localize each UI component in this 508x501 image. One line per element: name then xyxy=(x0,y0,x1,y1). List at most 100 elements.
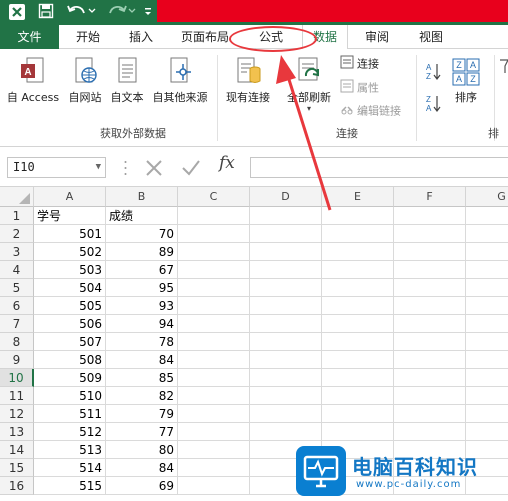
properties-button[interactable]: 属性 xyxy=(340,79,379,98)
cell[interactable] xyxy=(250,369,322,387)
cancel-icon[interactable] xyxy=(143,157,165,183)
cell[interactable] xyxy=(250,315,322,333)
row-header[interactable]: 12 xyxy=(0,405,34,423)
from-web-button[interactable]: 自网站 xyxy=(64,55,106,105)
row-header[interactable]: 4 xyxy=(0,261,34,279)
cell[interactable] xyxy=(322,369,394,387)
cell[interactable] xyxy=(322,225,394,243)
sort-descending-button[interactable]: ZA xyxy=(424,93,442,118)
tab-file[interactable]: 文件 xyxy=(0,25,59,49)
cell[interactable]: 514 xyxy=(34,459,106,477)
filter-icon[interactable] xyxy=(499,57,508,82)
row-header[interactable]: 1 xyxy=(0,207,34,225)
column-header-g[interactable]: G xyxy=(466,187,508,207)
cell[interactable] xyxy=(250,405,322,423)
cell[interactable]: 95 xyxy=(106,279,178,297)
row-header[interactable]: 13 xyxy=(0,423,34,441)
cell[interactable] xyxy=(178,477,250,495)
sort-button[interactable]: Z A A Z 排序 xyxy=(448,57,484,105)
cell[interactable] xyxy=(178,387,250,405)
cell[interactable]: 78 xyxy=(106,333,178,351)
cell[interactable] xyxy=(250,225,322,243)
row-header[interactable]: 3 xyxy=(0,243,34,261)
cell[interactable]: 84 xyxy=(106,459,178,477)
cell[interactable] xyxy=(394,387,466,405)
save-icon[interactable] xyxy=(36,3,56,21)
cell[interactable] xyxy=(178,261,250,279)
cell[interactable] xyxy=(178,315,250,333)
customize-qat-icon[interactable] xyxy=(143,3,153,21)
from-text-button[interactable]: 自文本 xyxy=(106,55,148,105)
row-header[interactable]: 14 xyxy=(0,441,34,459)
cell[interactable] xyxy=(250,297,322,315)
cell[interactable] xyxy=(466,297,508,315)
enter-check-icon[interactable] xyxy=(180,157,202,183)
cell[interactable]: 506 xyxy=(34,315,106,333)
tab-page-layout[interactable]: 页面布局 xyxy=(173,25,237,49)
cell[interactable] xyxy=(322,405,394,423)
cell[interactable]: 503 xyxy=(34,261,106,279)
cell[interactable] xyxy=(466,423,508,441)
row-header[interactable]: 7 xyxy=(0,315,34,333)
cell[interactable] xyxy=(394,261,466,279)
cell[interactable]: 67 xyxy=(106,261,178,279)
tab-insert[interactable]: 插入 xyxy=(118,25,164,49)
cell[interactable]: 507 xyxy=(34,333,106,351)
column-header-c[interactable]: C xyxy=(178,187,250,207)
cell[interactable]: 77 xyxy=(106,423,178,441)
cell[interactable] xyxy=(178,243,250,261)
cell[interactable] xyxy=(178,441,250,459)
cell[interactable] xyxy=(466,351,508,369)
cell[interactable] xyxy=(250,351,322,369)
cell[interactable]: 502 xyxy=(34,243,106,261)
row-header[interactable]: 2 xyxy=(0,225,34,243)
cell[interactable]: 501 xyxy=(34,225,106,243)
cell[interactable]: 82 xyxy=(106,387,178,405)
cell[interactable] xyxy=(250,207,322,225)
cell[interactable] xyxy=(394,315,466,333)
cell[interactable] xyxy=(322,315,394,333)
cell[interactable] xyxy=(466,279,508,297)
column-header-f[interactable]: F xyxy=(394,187,466,207)
connections-button[interactable]: 连接 xyxy=(340,55,379,74)
row-header[interactable]: 9 xyxy=(0,351,34,369)
cell[interactable] xyxy=(466,405,508,423)
cell[interactable] xyxy=(466,207,508,225)
cell[interactable] xyxy=(250,279,322,297)
cell[interactable] xyxy=(322,333,394,351)
from-access-button[interactable]: A 自 Access xyxy=(2,55,64,105)
refresh-all-button[interactable]: 全部刷新 ▾ xyxy=(282,55,336,113)
cell[interactable]: 79 xyxy=(106,405,178,423)
cell[interactable] xyxy=(394,207,466,225)
sort-ascending-button[interactable]: AZ xyxy=(424,61,442,86)
tab-review[interactable]: 审阅 xyxy=(354,25,400,49)
column-header-b[interactable]: B xyxy=(106,187,178,207)
formula-input[interactable] xyxy=(250,157,508,178)
cell[interactable] xyxy=(466,261,508,279)
row-header[interactable]: 15 xyxy=(0,459,34,477)
cell[interactable] xyxy=(322,279,394,297)
cell[interactable]: 510 xyxy=(34,387,106,405)
cell[interactable]: 515 xyxy=(34,477,106,495)
from-other-sources-button[interactable]: 自其他来源 xyxy=(148,55,212,105)
cell[interactable] xyxy=(250,243,322,261)
cell[interactable]: 84 xyxy=(106,351,178,369)
cell[interactable] xyxy=(178,225,250,243)
cell[interactable] xyxy=(250,387,322,405)
refresh-dropdown-icon[interactable]: ▾ xyxy=(282,105,336,113)
cell[interactable]: 69 xyxy=(106,477,178,495)
cell[interactable] xyxy=(322,207,394,225)
cell[interactable] xyxy=(178,405,250,423)
cell[interactable]: 94 xyxy=(106,315,178,333)
cell[interactable]: 成绩 xyxy=(106,207,178,225)
cell[interactable] xyxy=(178,351,250,369)
cell[interactable] xyxy=(394,279,466,297)
cell[interactable] xyxy=(322,423,394,441)
cell[interactable] xyxy=(250,333,322,351)
cell[interactable] xyxy=(178,459,250,477)
cell[interactable] xyxy=(178,207,250,225)
cell[interactable] xyxy=(322,261,394,279)
row-header[interactable]: 5 xyxy=(0,279,34,297)
redo-icon[interactable] xyxy=(104,3,138,21)
cell[interactable]: 509 xyxy=(34,369,106,387)
